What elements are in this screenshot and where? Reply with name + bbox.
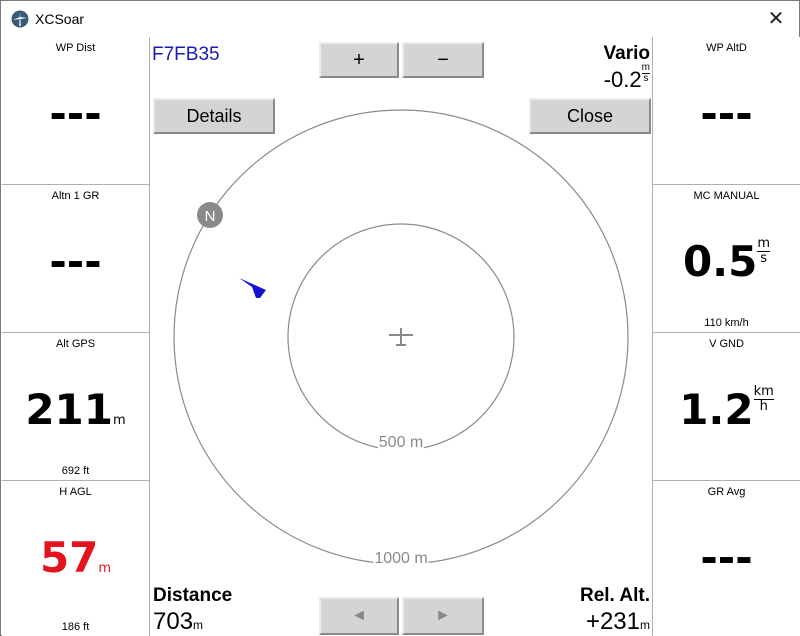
outer-ring-label: 1000 m <box>373 550 429 568</box>
infobox-h-agl[interactable]: H AGL 57m 186 ft <box>2 481 150 636</box>
infobox-unit: m <box>98 561 112 576</box>
title-bar: XCSoar ✕ <box>1 1 799 37</box>
infobox-v-gnd[interactable]: V GND 1.2 km h <box>652 333 800 481</box>
infobox-title: Altn 1 GR <box>51 190 100 202</box>
infobox-comment: 186 ft <box>61 621 90 633</box>
infobox-title: GR Avg <box>707 486 746 498</box>
infobox-title: H AGL <box>59 486 92 498</box>
infobox-title: WP Dist <box>55 42 96 54</box>
zoom-in-button[interactable]: + <box>319 42 399 78</box>
flarm-traffic-icon[interactable] <box>239 278 266 298</box>
infobox-wp-dist[interactable]: WP Dist --- <box>2 37 150 185</box>
north-indicator-icon: N <box>197 202 223 228</box>
infobox-title: MC MANUAL <box>693 190 760 202</box>
window-close-button[interactable]: ✕ <box>753 1 799 37</box>
close-button[interactable]: Close <box>529 98 651 134</box>
infobox-unit: m <box>113 413 126 428</box>
flarm-target-id: F7FB35 <box>152 44 220 65</box>
rel-alt-value: +231m <box>585 608 650 635</box>
infobox-value: 0.5 m s <box>682 236 771 286</box>
details-button[interactable]: Details <box>153 98 275 134</box>
infobox-altn-gr[interactable]: Altn 1 GR --- <box>2 185 150 333</box>
previous-target-button[interactable]: ◄ <box>319 597 399 635</box>
distance-value: 703m <box>153 608 204 635</box>
north-label: N <box>205 208 216 225</box>
infobox-value: 1.2 km h <box>679 384 774 434</box>
distance-label: Distance <box>153 585 233 606</box>
infobox-value: 211m <box>25 385 126 434</box>
next-target-button[interactable]: ► <box>402 597 484 635</box>
infobox-value: --- <box>700 533 753 582</box>
app-window: XCSoar ✕ WP Dist --- Altn 1 GR --- Alt G… <box>0 0 800 636</box>
infobox-gr-avg[interactable]: GR Avg --- <box>652 481 800 636</box>
infobox-comment: 692 ft <box>61 465 90 477</box>
infobox-alt-gps[interactable]: Alt GPS 211m 692 ft <box>2 333 150 481</box>
infobox-title: WP AltD <box>706 42 747 54</box>
xcsoar-logo-icon <box>11 10 29 28</box>
infobox-value: --- <box>49 237 102 286</box>
inner-ring-label: 500 m <box>377 434 425 452</box>
infobox-wp-altd[interactable]: WP AltD --- <box>652 37 800 185</box>
infobox-title: Alt GPS <box>55 338 96 350</box>
vario-value: -0.2 m s <box>603 62 650 92</box>
flarm-radar-view[interactable]: N F7FB35 + − Details Close Vario -0.2 m s … <box>150 37 652 636</box>
infobox-comment: 110 km/h <box>704 317 749 329</box>
window-title: XCSoar <box>35 11 85 27</box>
own-aircraft-icon <box>389 328 413 346</box>
infobox-mc-manual[interactable]: MC MANUAL 0.5 m s 110 km/h <box>652 185 800 333</box>
zoom-out-button[interactable]: − <box>402 42 484 78</box>
infobox-title: V GND <box>709 338 744 350</box>
infobox-value: 57m <box>39 533 112 582</box>
infobox-value: --- <box>49 89 102 138</box>
rel-alt-label: Rel. Alt. <box>579 585 650 606</box>
client-area: WP Dist --- Altn 1 GR --- Alt GPS 211m 6… <box>2 37 800 636</box>
infobox-value: --- <box>700 89 753 138</box>
